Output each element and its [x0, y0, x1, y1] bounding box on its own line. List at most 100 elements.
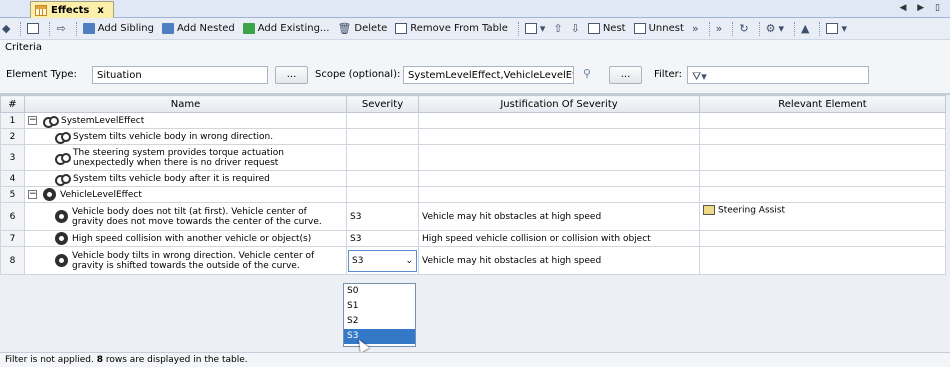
gear-icon[interactable]: ⚙ ▾ [766, 22, 784, 35]
hierarchy-icon[interactable] [27, 23, 40, 34]
pointer-icon[interactable]: ⇨ [56, 22, 65, 35]
table-icon [35, 4, 47, 16]
row-number: 3 [0, 144, 25, 171]
relevant-element-cell[interactable]: Steering Assist [699, 202, 946, 231]
collapse-up-icon[interactable]: ▲ [801, 22, 809, 35]
up-icon[interactable]: ⇧ [553, 22, 562, 35]
relevant-element-cell[interactable] [699, 128, 946, 145]
chevron-down-icon[interactable]: ⌄ [405, 256, 413, 266]
add-sibling-button[interactable]: Add Sibling [82, 23, 154, 34]
scope-filter-icon[interactable]: ⚲ [583, 67, 591, 80]
justification-cell[interactable]: High speed vehicle collision or collisio… [418, 230, 700, 247]
down-icon[interactable]: ⇩ [571, 22, 580, 35]
toolbar: ◆ ⇨ Add Sibling Add Nested Add Existing.… [0, 18, 950, 40]
severity-cell[interactable]: S3 [346, 230, 419, 247]
element-type-browse-button[interactable]: ... [275, 66, 308, 84]
justification-cell[interactable] [418, 170, 700, 187]
table-row[interactable]: 2 System tilts vehicle body in wrong dir… [0, 128, 946, 145]
tab-bar: Effects x ◀ ▶ ▯ [0, 0, 950, 18]
collapse-icon[interactable]: − [28, 190, 37, 199]
table-area: # Name Severity Justification Of Severit… [0, 94, 950, 353]
justification-cell[interactable]: Vehicle may hit obstacles at high speed [418, 202, 700, 231]
severity-option[interactable]: S2 [344, 314, 415, 329]
tab-effects[interactable]: Effects x [30, 1, 114, 18]
remove-table-icon [395, 23, 408, 34]
table-row[interactable]: 4 System tilts vehicle body after it is … [0, 170, 946, 187]
col-header-name[interactable]: Name [24, 95, 347, 113]
table-row[interactable]: 6 Vehicle body does not tilt (at first).… [0, 202, 946, 231]
table-row[interactable]: 5 − VehicleLevelEffect [0, 186, 946, 203]
relevant-element-cell[interactable] [699, 230, 946, 247]
filter-field[interactable]: ⛛▾ [687, 66, 869, 84]
table-row[interactable]: 3 The steering system provides torque ac… [0, 144, 946, 171]
refresh-icon[interactable]: ↻ [739, 22, 748, 35]
col-header-severity[interactable]: Severity [346, 95, 419, 113]
name-cell[interactable]: The steering system provides torque actu… [24, 144, 347, 171]
col-header-relevant-element[interactable]: Relevant Element [699, 95, 946, 113]
severity-cell[interactable] [346, 128, 419, 145]
table-row[interactable]: 1 − SystemLevelEffect [0, 112, 946, 129]
justification-cell[interactable] [418, 128, 700, 145]
tab-navigation[interactable]: ◀ ▶ ▯ [899, 3, 944, 13]
table-row[interactable]: 7 High speed collision with another vehi… [0, 230, 946, 247]
relevant-element-cell[interactable] [699, 186, 946, 203]
filter-label: Filter: [654, 69, 682, 80]
justification-cell[interactable] [418, 144, 700, 171]
severity-option[interactable]: S0 [344, 284, 415, 299]
add-nested-button[interactable]: Add Nested [161, 23, 235, 34]
add-sibling-label: Add Sibling [97, 23, 154, 34]
situation-icon [55, 131, 71, 144]
name-cell[interactable]: − VehicleLevelEffect [24, 186, 347, 203]
columns-icon[interactable]: ▾ [826, 22, 847, 35]
severity-cell[interactable] [346, 144, 419, 171]
remove-from-table-button[interactable]: Remove From Table [395, 23, 508, 34]
back-arrow-icon[interactable]: ◆ [2, 22, 10, 35]
name-cell[interactable]: System tilts vehicle body after it is re… [24, 170, 347, 187]
severity-select[interactable]: S3 ⌄ [348, 249, 417, 272]
justification-cell[interactable] [418, 186, 700, 203]
more-icon-2[interactable]: » [716, 22, 723, 35]
close-icon[interactable]: x [97, 5, 103, 16]
element-type-field[interactable]: Situation [92, 66, 268, 84]
nest-icon [587, 23, 600, 34]
col-header-justification[interactable]: Justification Of Severity [418, 95, 700, 113]
more-icon[interactable]: » [692, 22, 699, 35]
relevant-element-cell[interactable] [699, 112, 946, 129]
criteria-row: Element Type: Situation ... Scope (optio… [0, 65, 950, 85]
relevant-element-cell[interactable] [699, 144, 946, 171]
name-cell[interactable]: System tilts vehicle body in wrong direc… [24, 128, 347, 145]
severity-cell[interactable] [346, 112, 419, 129]
table-row[interactable]: 8 Vehicle body tilts in wrong direction.… [0, 246, 946, 275]
severity-cell[interactable] [346, 186, 419, 203]
severity-cell[interactable]: S3 [346, 202, 419, 231]
name-line-2: gravity is shifted towards the outside o… [72, 260, 300, 271]
relevant-element-cell[interactable] [699, 246, 946, 275]
collapse-icon[interactable]: − [28, 116, 37, 125]
status-bar: Filter is not applied. 8 rows are displa… [0, 352, 950, 367]
justification-cell[interactable]: Vehicle may hit obstacles at high speed [418, 246, 700, 275]
situation-icon [55, 173, 71, 186]
severity-option[interactable]: S1 [344, 299, 415, 314]
severity-cell[interactable] [346, 170, 419, 187]
name-line-1: Vehicle body does not tilt (at first). V… [72, 206, 307, 217]
scope-label: Scope (optional): [315, 69, 401, 80]
severity-cell[interactable]: S3 ⌄ [346, 246, 419, 275]
add-nested-label: Add Nested [176, 23, 235, 34]
toolbar-separator [49, 21, 51, 36]
scope-field[interactable]: SystemLevelEffect,VehicleLevelEffect [403, 66, 574, 84]
toolbar-separator [75, 21, 77, 36]
name-cell[interactable]: Vehicle body does not tilt (at first). V… [24, 202, 347, 231]
expand-icon[interactable]: ▾ [524, 22, 545, 35]
vehicle-effect-icon [55, 232, 68, 245]
name-cell[interactable]: Vehicle body tilts in wrong direction. V… [24, 246, 347, 275]
nest-button[interactable]: Nest [587, 23, 626, 34]
name-cell[interactable]: High speed collision with another vehicl… [24, 230, 347, 247]
justification-cell[interactable] [418, 112, 700, 129]
add-existing-button[interactable]: Add Existing... [242, 23, 329, 34]
unnest-button[interactable]: Unnest [633, 23, 684, 34]
name-cell[interactable]: − SystemLevelEffect [24, 112, 347, 129]
relevant-element-cell[interactable] [699, 170, 946, 187]
col-header-number[interactable]: # [0, 95, 25, 113]
scope-browse-button[interactable]: ... [609, 66, 642, 84]
delete-button[interactable]: 🗑 Delete [337, 22, 387, 35]
